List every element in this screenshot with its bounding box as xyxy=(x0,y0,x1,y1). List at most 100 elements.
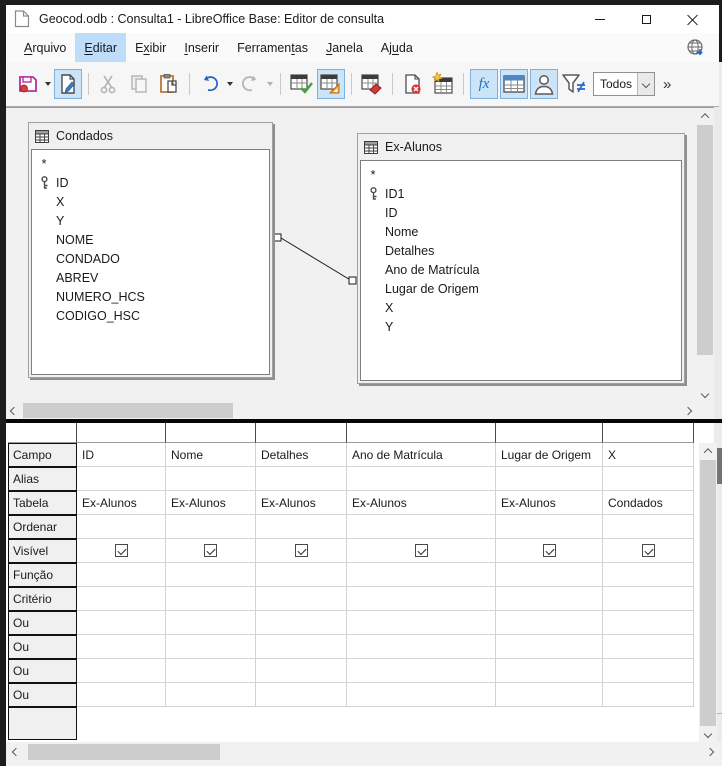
grid-cell[interactable]: Condados xyxy=(603,491,694,515)
grid-vscrollbar[interactable] xyxy=(699,443,717,742)
copy-button[interactable] xyxy=(125,69,153,99)
column-header[interactable] xyxy=(496,423,603,443)
design-hscrollbar[interactable] xyxy=(6,402,714,419)
grid-cell[interactable] xyxy=(496,515,603,539)
field-row[interactable]: NOME xyxy=(32,230,269,249)
grid-cell[interactable] xyxy=(496,659,603,683)
distinct-values-button[interactable] xyxy=(560,69,588,99)
grid-cell[interactable]: Detalhes xyxy=(256,443,347,467)
field-row[interactable]: Detalhes xyxy=(361,241,681,260)
grid-cell[interactable] xyxy=(166,587,256,611)
visible-checkbox[interactable] xyxy=(642,544,655,557)
column-header[interactable] xyxy=(166,423,256,443)
grid-cell[interactable] xyxy=(166,659,256,683)
grid-cell[interactable] xyxy=(347,611,496,635)
tablebox-header[interactable]: Condados xyxy=(29,123,272,149)
minimize-button[interactable] xyxy=(577,5,623,33)
cut-button[interactable] xyxy=(95,69,123,99)
field-row[interactable]: X xyxy=(361,298,681,317)
grid-cell[interactable] xyxy=(496,587,603,611)
scrollbar-thumb[interactable] xyxy=(700,460,716,726)
save-button[interactable] xyxy=(14,69,42,99)
visible-checkbox[interactable] xyxy=(115,544,128,557)
grid-cell[interactable] xyxy=(256,467,347,491)
field-row[interactable]: Ano de Matrícula xyxy=(361,260,681,279)
tablebox-ex-alunos[interactable]: Ex-Alunos * ID1 ID Nome Detalhes Ano de … xyxy=(357,133,685,384)
update-globe-icon[interactable] xyxy=(686,38,706,58)
maximize-button[interactable] xyxy=(623,5,669,33)
scroll-right-button[interactable] xyxy=(680,402,696,419)
grid-cell[interactable] xyxy=(256,515,347,539)
chevron-down-icon[interactable] xyxy=(637,73,654,95)
grid-cell[interactable] xyxy=(256,539,347,563)
clear-query-button[interactable] xyxy=(358,69,386,99)
visible-checkbox[interactable] xyxy=(295,544,308,557)
field-row[interactable]: NUMERO_HCS xyxy=(32,287,269,306)
grid-cell[interactable] xyxy=(256,563,347,587)
grid-cell[interactable] xyxy=(77,563,166,587)
grid-cell[interactable] xyxy=(166,515,256,539)
run-query-button[interactable] xyxy=(287,69,315,99)
field-row[interactable]: X xyxy=(32,192,269,211)
scroll-left-button[interactable] xyxy=(8,742,24,762)
grid-cell[interactable] xyxy=(603,539,694,563)
grid-cell[interactable] xyxy=(347,635,496,659)
menu-inserir[interactable]: Inserir xyxy=(175,33,228,62)
field-row[interactable]: ID xyxy=(32,173,269,192)
scroll-down-button[interactable] xyxy=(699,726,717,742)
field-row[interactable]: Nome xyxy=(361,222,681,241)
grid-cell[interactable] xyxy=(496,611,603,635)
menu-ferramentas[interactable]: Ferramentas xyxy=(228,33,317,62)
grid-cell[interactable] xyxy=(256,635,347,659)
field-row[interactable]: Y xyxy=(32,211,269,230)
column-header[interactable] xyxy=(77,423,166,443)
grid-cell[interactable] xyxy=(77,611,166,635)
toolbar-overflow-button[interactable]: » xyxy=(663,76,670,93)
grid-cell[interactable] xyxy=(347,683,496,707)
scroll-up-button[interactable] xyxy=(696,108,714,124)
grid-cell[interactable] xyxy=(603,467,694,491)
grid-cell[interactable] xyxy=(77,659,166,683)
grid-cell[interactable]: Ex-Alunos xyxy=(77,491,166,515)
undo-dropdown[interactable] xyxy=(225,69,235,99)
menu-editar[interactable]: Editar xyxy=(75,33,126,62)
grid-cell[interactable] xyxy=(347,587,496,611)
undo-button[interactable] xyxy=(196,69,224,99)
grid-cell[interactable]: Ex-Alunos xyxy=(256,491,347,515)
alias-button[interactable] xyxy=(530,69,558,99)
scroll-up-button[interactable] xyxy=(699,443,717,459)
visible-checkbox[interactable] xyxy=(543,544,556,557)
grid-cell[interactable] xyxy=(347,539,496,563)
menu-janela[interactable]: Janela xyxy=(317,33,372,62)
grid-cell[interactable] xyxy=(603,563,694,587)
grid-cell[interactable]: Ex-Alunos xyxy=(496,491,603,515)
paste-button[interactable] xyxy=(155,69,183,99)
grid-cell[interactable] xyxy=(496,635,603,659)
visible-checkbox[interactable] xyxy=(415,544,428,557)
close-button[interactable] xyxy=(669,5,715,33)
grid-cell[interactable] xyxy=(496,539,603,563)
grid-cell[interactable] xyxy=(77,635,166,659)
grid-cell[interactable] xyxy=(256,683,347,707)
field-row[interactable]: Lugar de Origem xyxy=(361,279,681,298)
grid-cell[interactable] xyxy=(77,683,166,707)
grid-cell[interactable] xyxy=(603,683,694,707)
grid-cell[interactable] xyxy=(256,587,347,611)
grid-cell[interactable]: Ex-Alunos xyxy=(166,491,256,515)
grid-cell[interactable] xyxy=(166,683,256,707)
grid-cell[interactable] xyxy=(166,467,256,491)
grid-cell[interactable]: ID xyxy=(77,443,166,467)
grid-cell[interactable] xyxy=(256,611,347,635)
edit-data-button[interactable] xyxy=(54,69,82,99)
field-row[interactable]: CONDADO xyxy=(32,249,269,268)
grid-cell[interactable] xyxy=(603,611,694,635)
column-header[interactable] xyxy=(603,423,694,443)
design-vscrollbar[interactable] xyxy=(696,108,714,402)
grid-cell[interactable] xyxy=(166,563,256,587)
field-row[interactable]: CODIGO_HSC xyxy=(32,306,269,325)
grid-cell[interactable] xyxy=(603,659,694,683)
scrollbar-thumb[interactable] xyxy=(23,403,233,418)
field-row[interactable]: ID xyxy=(361,203,681,222)
grid-cell[interactable] xyxy=(77,587,166,611)
scroll-right-button[interactable] xyxy=(702,742,718,762)
